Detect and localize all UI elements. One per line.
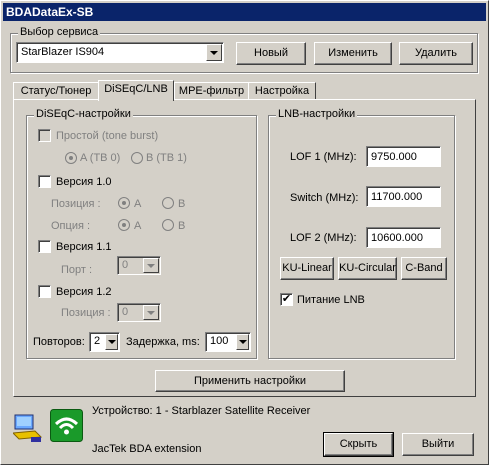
version-11-checkbox[interactable] [38,240,51,253]
radio-b-tb1[interactable] [131,152,143,164]
chevron-down-icon[interactable] [143,258,159,273]
computer-network-icon [11,411,43,445]
switch-input[interactable] [366,186,441,207]
position-label: Позиция : [51,198,101,210]
chevron-down-icon[interactable] [236,334,249,350]
radio-b-tb1-label: B (TB 1) [146,152,187,164]
radio-a-tb0-label: A (TB 0) [80,152,121,164]
ku-circular-button[interactable]: KU-Circular [338,257,397,280]
lnb-power-checkbox[interactable]: ✔ [280,293,293,306]
tab-diseqc-lnb[interactable]: DiSEqC/LNB [98,80,174,101]
lof2-input[interactable] [366,227,441,248]
device-text: Устройство: 1 - Starblazer Satellite Rec… [92,405,311,417]
hide-button[interactable]: Скрыть [323,432,394,457]
diseqc-group-label: DiSEqC-настройки [34,108,133,120]
apply-settings-button[interactable]: Применить настройки [155,370,345,392]
edit-service-button[interactable]: Изменить [314,42,392,65]
port-select[interactable]: 0 [117,256,161,275]
position-radio-b-label: B [178,198,186,210]
main-window: BDADataEx-SB Выбор сервиса StarBlazer IS… [0,0,489,465]
simple-tone-burst-checkbox[interactable] [38,129,51,142]
diseqc-group: DiSEqC-настройки [26,108,257,359]
radio-a-tb0[interactable] [65,152,77,164]
version-10-label: Версия 1.0 [56,176,112,188]
chevron-down-icon[interactable] [143,305,159,320]
repeats-select[interactable]: 2 [89,332,120,352]
option-radio-b-label: B [178,220,186,232]
exit-button[interactable]: Выйти [402,433,474,456]
position-radio-a-label: A [134,198,142,210]
ku-linear-button[interactable]: KU-Linear [280,257,334,280]
service-group-label: Выбор сервиса [18,26,101,38]
lnb-group-label: LNB-настройки [276,108,358,120]
option-radio-a-label: A [134,220,142,232]
chevron-down-icon[interactable] [206,44,222,61]
tab-status-tuner[interactable]: Статус/Тюнер [13,82,99,100]
port-label: Порт : [61,264,93,276]
position-radio-a[interactable] [118,197,130,209]
delay-label: Задержка, ms: [126,336,200,348]
wifi-signal-icon [50,409,83,442]
version-12-label: Версия 1.2 [56,286,112,298]
version-12-checkbox[interactable] [38,285,51,298]
version-10-checkbox[interactable] [38,175,51,188]
delay-select[interactable]: 100 [205,332,251,352]
lof2-label: LOF 2 (MHz): [290,232,357,244]
new-service-button[interactable]: Новый [236,42,306,65]
tab-mpe-filter[interactable]: MPE-фильтр [174,82,249,100]
service-select-value: StarBlazer IS904 [21,46,105,58]
lnb-power-label: Питание LNB [297,294,365,306]
delay-select-value: 100 [210,335,229,347]
chevron-down-icon[interactable] [105,334,118,350]
title-bar[interactable]: BDADataEx-SB [3,3,486,21]
option-label: Опция : [51,220,91,232]
repeats-select-value: 2 [94,335,101,347]
switch-label: Switch (MHz): [290,192,359,204]
option-radio-b[interactable] [162,219,174,231]
option-radio-a[interactable] [118,219,130,231]
tab-settings[interactable]: Настройка [248,82,316,100]
service-select[interactable]: StarBlazer IS904 [16,42,224,63]
position-12-select[interactable]: 0 [117,303,161,322]
c-band-button[interactable]: C-Band [401,257,447,280]
version-11-label: Версия 1.1 [56,241,112,253]
position-12-select-value: 0 [122,306,129,318]
position-12-label: Позиция : [61,307,111,319]
delete-service-button[interactable]: Удалить [399,42,473,65]
extension-text: JacTek BDA extension [92,443,202,455]
lof1-label: LOF 1 (MHz): [290,151,357,163]
simple-tone-burst-label: Простой (tone burst) [56,130,159,142]
lof1-input[interactable] [366,146,441,167]
window-title: BDADataEx-SB [6,5,94,19]
repeats-label: Повторов: [33,336,85,348]
position-radio-b[interactable] [162,197,174,209]
port-select-value: 0 [122,259,129,271]
